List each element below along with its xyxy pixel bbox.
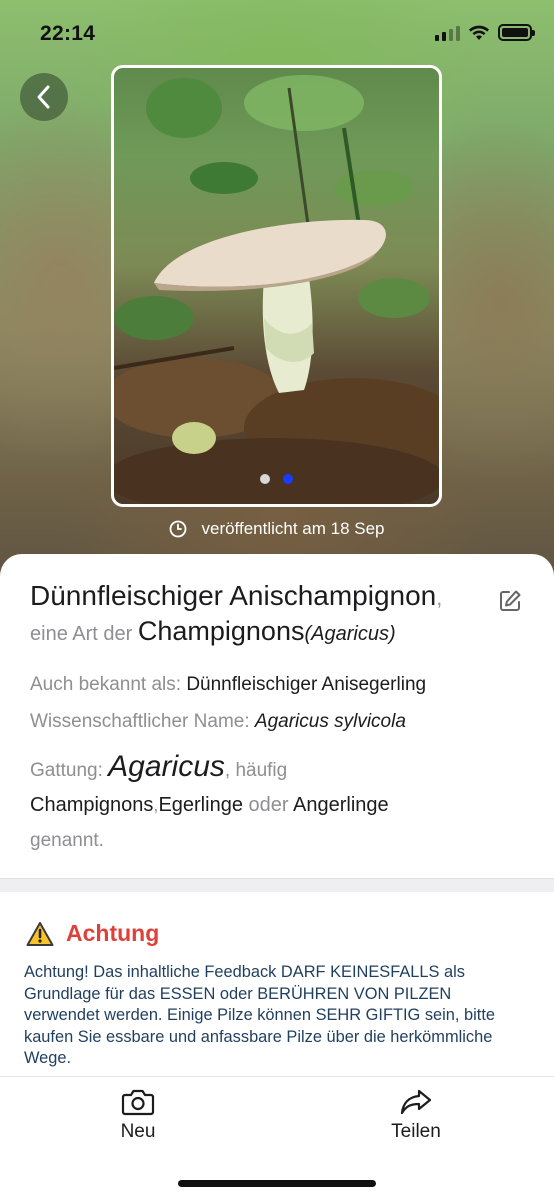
home-indicator — [178, 1180, 376, 1187]
edit-button[interactable] — [497, 588, 523, 614]
edit-icon — [500, 590, 521, 611]
status-bar: 22:14 — [0, 0, 554, 64]
wifi-icon — [469, 25, 489, 40]
published-date: veröffentlicht am 18 Sep — [0, 519, 554, 539]
status-time: 22:14 — [40, 22, 96, 45]
genus-value: Agaricus — [108, 750, 225, 783]
carousel-dot-1[interactable] — [260, 474, 270, 484]
genus-row: Gattung: Agaricus, häufig — [30, 750, 288, 783]
tab-new-label: Neu — [120, 1121, 156, 1142]
mushroom-photo-carousel[interactable] — [111, 65, 442, 507]
share-icon — [400, 1089, 432, 1115]
aka-row: Auch bekannt als: Dünnfleischiger Aniseg… — [30, 674, 427, 695]
carousel-dots[interactable] — [114, 474, 439, 484]
mushroom-photo — [114, 75, 439, 504]
common-name-egerlinge: Egerlinge — [158, 794, 243, 816]
species-type: eine Art der Champignons(Agaricus) — [30, 616, 396, 646]
cellular-signal-icon — [435, 25, 460, 41]
warning-header: Achtung — [26, 920, 159, 947]
tab-share[interactable]: Teilen — [356, 1087, 476, 1143]
clock-icon — [170, 520, 187, 538]
section-divider — [0, 878, 554, 892]
carousel-dot-2[interactable] — [283, 474, 293, 484]
aka-value: Dünnfleischiger Anisegerling — [186, 674, 427, 695]
species-group: Champignons — [137, 616, 305, 646]
camera-icon — [121, 1089, 155, 1116]
warning-text: Achtung! Das inhaltliche Feedback DARF K… — [24, 963, 495, 1067]
scientific-name-row: Wissenschaftlicher Name: Agaricus sylvic… — [30, 711, 406, 732]
species-title: Dünnfleischiger Anischampignon, — [30, 580, 443, 611]
tab-share-label: Teilen — [391, 1121, 441, 1142]
species-group-latin: (Agaricus) — [304, 623, 396, 645]
chevron-left-icon — [37, 85, 50, 109]
common-name-angerlinge: Angerlinge — [293, 794, 389, 816]
species-name: Dünnfleischiger Anischampignon — [30, 580, 437, 611]
common-names-row: Champignons,Egerlinge oder Angerlinge — [30, 794, 389, 816]
battery-icon — [498, 24, 535, 41]
published-text: veröffentlicht am 18 Sep — [201, 519, 385, 538]
common-name-champignons: Champignons — [30, 794, 154, 816]
tab-new[interactable]: Neu — [78, 1087, 198, 1143]
warning-triangle-icon — [26, 921, 54, 946]
called-text: genannt. — [30, 830, 104, 851]
back-button[interactable] — [20, 73, 68, 121]
scientific-name-value: Agaricus sylvicola — [254, 711, 406, 732]
warning-title: Achtung — [66, 920, 160, 946]
